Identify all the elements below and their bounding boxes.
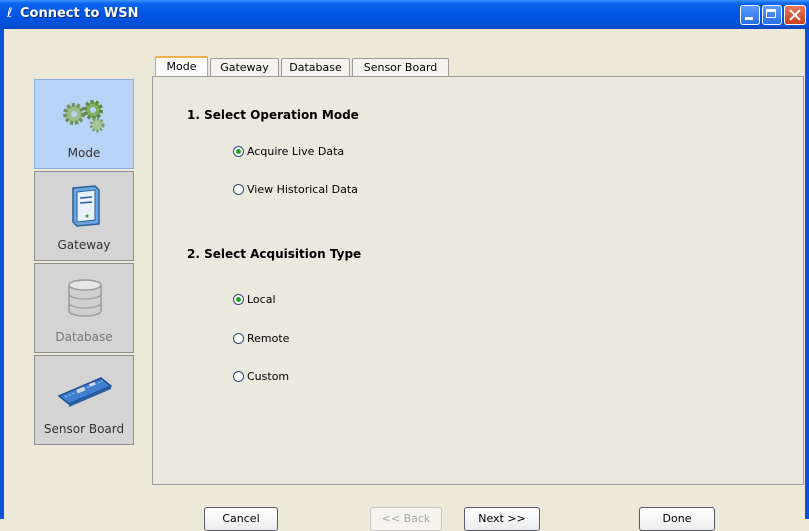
window-title: Connect to WSN: [20, 6, 139, 21]
mode-tab-panel: 1. Select Operation Mode Acquire Live Da…: [152, 76, 804, 485]
radio-remote[interactable]: Remote: [233, 332, 289, 345]
sidebar-item-label: Sensor Board: [43, 422, 125, 436]
sidebar-item-label: Gateway: [57, 238, 111, 252]
tab-gateway[interactable]: Gateway: [210, 58, 279, 76]
tab-mode[interactable]: Mode: [155, 56, 208, 76]
tab-sensor-board[interactable]: Sensor Board: [352, 58, 449, 76]
close-button[interactable]: [784, 5, 806, 25]
radio-button-icon: [233, 184, 244, 195]
radio-custom[interactable]: Custom: [233, 370, 289, 383]
minimize-button[interactable]: [740, 5, 760, 25]
gears-icon: [63, 100, 105, 133]
database-icon: [68, 279, 102, 317]
tab-database[interactable]: Database: [281, 58, 350, 76]
cancel-button[interactable]: Cancel: [204, 507, 278, 531]
radio-label: Local: [247, 293, 276, 306]
radio-local[interactable]: Local: [233, 293, 276, 306]
radio-label: Acquire Live Data: [247, 145, 345, 158]
sidebar-item-label: Database: [55, 330, 113, 344]
computer-tower-icon: [72, 185, 100, 227]
back-button[interactable]: << Back: [370, 507, 442, 531]
sidebar-item-sensor-board[interactable]: Sensor Board: [34, 355, 134, 445]
sidebar-item-gateway[interactable]: Gateway: [34, 171, 134, 261]
sidebar-item-label: Mode: [67, 146, 101, 160]
operation-mode-heading: 1. Select Operation Mode: [187, 108, 359, 122]
title-bar[interactable]: ℓ Connect to WSN: [0, 0, 809, 29]
radio-label: Custom: [247, 370, 290, 383]
radio-button-icon: [233, 294, 244, 305]
sidebar-item-database[interactable]: Database: [34, 263, 134, 353]
app-window: ℓ Connect to WSN Mode Gateway Database S…: [0, 0, 809, 531]
sidebar-item-mode[interactable]: Mode: [34, 79, 134, 169]
radio-acquire-live-data[interactable]: Acquire Live Data: [233, 145, 344, 158]
radio-view-historical-data[interactable]: View Historical Data: [233, 183, 358, 196]
radio-label: View Historical Data: [247, 183, 358, 196]
radio-button-icon: [233, 146, 244, 157]
radio-button-icon: [233, 371, 244, 382]
done-button[interactable]: Done: [639, 507, 715, 531]
radio-label: Remote: [247, 332, 290, 345]
dialog-body: Mode Gateway Database Sensor Board Mode …: [4, 29, 805, 531]
maximize-button[interactable]: [762, 5, 782, 25]
app-icon: ℓ: [7, 6, 13, 21]
radio-button-icon: [233, 333, 244, 344]
circuit-board-icon: [57, 377, 113, 407]
next-button[interactable]: Next >>: [464, 507, 540, 531]
acquisition-type-heading: 2. Select Acquisition Type: [187, 247, 362, 261]
